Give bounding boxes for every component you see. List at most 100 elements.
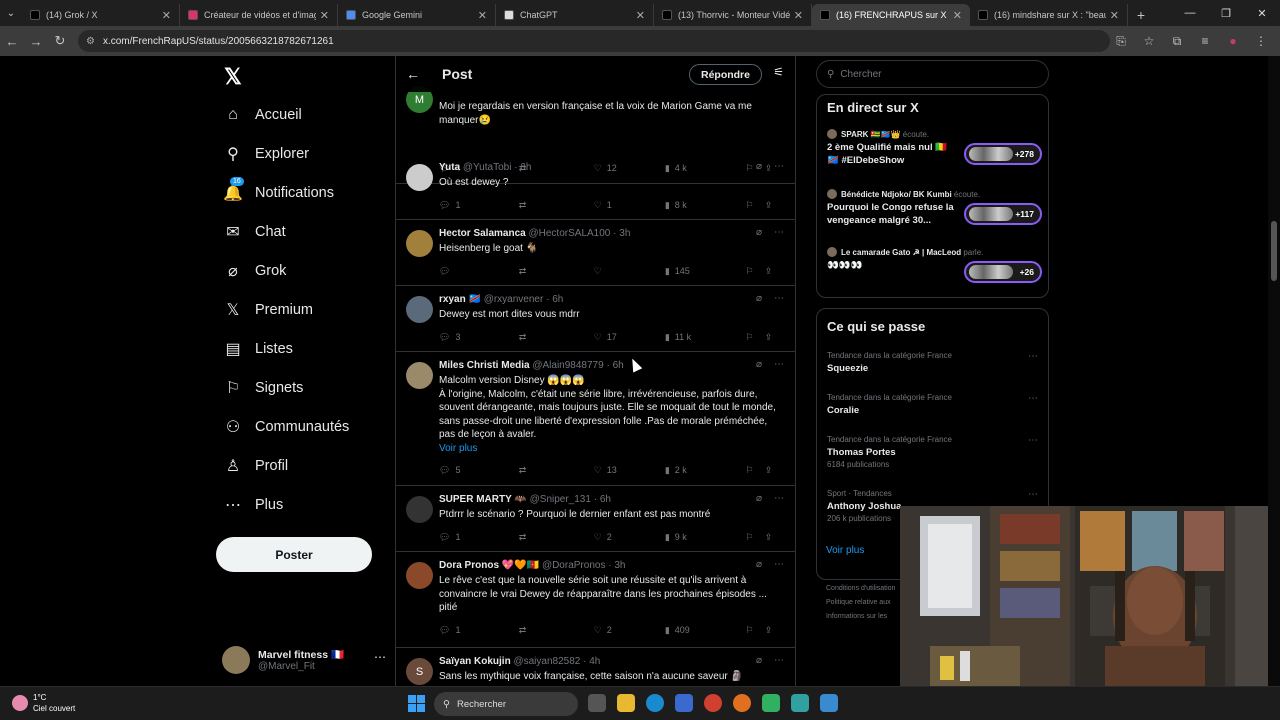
more-icon[interactable]: ⋯ bbox=[1028, 393, 1038, 404]
reply-action[interactable]: 💬︎ 5 bbox=[439, 463, 519, 477]
grok-icon[interactable]: ⌀ bbox=[756, 161, 762, 172]
tweet-author-name[interactable]: SUPER MARTY 🦇 bbox=[439, 494, 527, 505]
install-icon[interactable]: ⎘ bbox=[1110, 29, 1132, 53]
tweet-handle[interactable]: @DoraPronos bbox=[542, 560, 606, 571]
tweet-handle[interactable]: @saiyan82582 bbox=[513, 656, 580, 667]
close-tab-icon[interactable]: ✕ bbox=[794, 9, 803, 22]
like-action[interactable]: ♡ 2 bbox=[594, 530, 665, 544]
grok-icon[interactable]: ⌀ bbox=[756, 227, 762, 238]
share-icon[interactable]: ⇪ bbox=[765, 463, 784, 477]
retweet-action[interactable]: ⇄ bbox=[519, 530, 594, 544]
nav-item-plus[interactable]: ⋯ Plus bbox=[222, 490, 283, 520]
edge-icon[interactable] bbox=[646, 694, 664, 712]
close-window-icon[interactable]: ✕ bbox=[1244, 0, 1280, 26]
extensions-icon[interactable]: ⧉ bbox=[1166, 29, 1188, 53]
bookmark-icon[interactable]: ⚐ bbox=[746, 264, 765, 278]
like-action[interactable]: ♡ 1 bbox=[594, 198, 665, 212]
nav-item-profil[interactable]: ♙ Profil bbox=[222, 451, 288, 481]
trend-item[interactable]: Tendance dans la catégorie France Thomas… bbox=[827, 435, 1042, 469]
avatar[interactable] bbox=[406, 562, 433, 589]
browser-tab[interactable]: (13) Thorrvic - Monteur Vidéo ✕ bbox=[654, 4, 812, 26]
tweet[interactable]: Yuta @YutaTobi · 6h ⌀ ⋯ Où est dewey ? 💬︎… bbox=[396, 154, 795, 220]
trend-item[interactable]: Tendance dans la catégorie France Corali… bbox=[827, 393, 1042, 416]
firefox-icon[interactable] bbox=[733, 694, 751, 712]
more-icon[interactable]: ⋯ bbox=[1028, 351, 1038, 362]
tweet[interactable]: rxyan 🇨🇩 @rxyanvener · 6h ⌀ ⋯ Dewey est m… bbox=[396, 286, 795, 352]
weather-widget[interactable]: 1°C Ciel couvert bbox=[12, 692, 75, 714]
nav-item-explorer[interactable]: ⚲ Explorer bbox=[222, 139, 309, 169]
close-tab-icon[interactable]: ✕ bbox=[320, 9, 329, 22]
nav-item-notifications[interactable]: 🔔 16 Notifications bbox=[222, 177, 334, 208]
tweet-handle[interactable]: @Alain9848779 bbox=[532, 360, 603, 371]
show-more-link[interactable]: Voir plus bbox=[826, 545, 864, 556]
media-icon[interactable]: ≡ bbox=[1194, 29, 1216, 53]
reply-action[interactable]: 💬︎ 1 bbox=[439, 623, 519, 637]
avatar[interactable] bbox=[406, 296, 433, 323]
back-arrow-icon[interactable]: ← bbox=[406, 66, 428, 82]
retweet-action[interactable]: ⇄ bbox=[519, 264, 594, 278]
live-listeners-pill[interactable]: +117 bbox=[964, 203, 1042, 225]
close-tab-icon[interactable]: ✕ bbox=[162, 9, 171, 22]
tweet[interactable]: S Saïyan Kokujin @saiyan82582 · 4h ⌀ ⋯ Sa… bbox=[396, 648, 795, 686]
file-explorer-icon[interactable] bbox=[617, 694, 635, 712]
url-field[interactable]: ⚙ x.com/FrenchRapUS/status/2005663218782… bbox=[78, 30, 1110, 52]
tweet-handle[interactable]: @HectorSALA100 bbox=[529, 228, 611, 239]
footer-link[interactable]: Conditions d'utilisation bbox=[826, 582, 895, 596]
post-button[interactable]: Poster bbox=[216, 537, 372, 572]
minimize-icon[interactable]: — bbox=[1172, 0, 1208, 26]
grok-icon[interactable]: ⌀ bbox=[756, 293, 762, 304]
page-scrollbar[interactable] bbox=[1268, 56, 1280, 686]
tweet-author-name[interactable]: Saïyan Kokujin bbox=[439, 656, 511, 667]
bookmark-icon[interactable]: ⚐ bbox=[746, 530, 765, 544]
share-icon[interactable]: ⇪ bbox=[765, 623, 784, 637]
tweet-handle[interactable]: @rxyanvener bbox=[484, 294, 544, 305]
close-tab-icon[interactable]: ✕ bbox=[478, 9, 487, 22]
account-switcher[interactable]: Marvel fitness 🇫🇷 @Marvel_Fit ⋯ bbox=[222, 642, 392, 678]
grok-icon[interactable]: ⌀ bbox=[756, 359, 762, 370]
avatar[interactable] bbox=[406, 164, 433, 191]
bookmark-icon[interactable]: ⚐ bbox=[746, 463, 765, 477]
avatar[interactable] bbox=[406, 230, 433, 257]
more-icon[interactable]: ⋯ bbox=[774, 227, 784, 238]
trend-item[interactable]: Tendance dans la catégorie France Squeez… bbox=[827, 351, 1042, 374]
like-action[interactable]: ♡ 2 bbox=[594, 623, 665, 637]
nav-item-grok[interactable]: ⌀ Grok bbox=[222, 256, 286, 286]
close-tab-icon[interactable]: ✕ bbox=[636, 9, 645, 22]
like-action[interactable]: ♡ 13 bbox=[594, 463, 665, 477]
share-icon[interactable]: ⇪ bbox=[765, 530, 784, 544]
tweet[interactable]: Hector Salamanca @HectorSALA100 · 3h ⌀ ⋯ … bbox=[396, 220, 795, 286]
tweet-author-name[interactable]: Dora Pronos 💖🧡🇨🇲 bbox=[439, 560, 539, 571]
nav-item-communautés[interactable]: ⚇ Communautés bbox=[222, 412, 349, 442]
nav-item-signets[interactable]: ⚐ Signets bbox=[222, 373, 304, 403]
tweet-handle[interactable]: @Sniper_131 bbox=[530, 494, 591, 505]
tweet-author-name[interactable]: Yuta bbox=[439, 162, 460, 173]
show-more-link[interactable]: Voir plus bbox=[439, 442, 779, 456]
like-action[interactable]: ♡ bbox=[594, 264, 665, 278]
more-icon[interactable]: ⋯ bbox=[1028, 489, 1038, 500]
menu-icon[interactable]: ⋮ bbox=[1250, 29, 1272, 53]
live-space-item[interactable]: SPARK 🇹🇬🇨🇩👑 écoute. 2 ème Qualifié mais … bbox=[827, 129, 1042, 167]
share-icon[interactable]: ⇪ bbox=[765, 330, 784, 344]
nav-item-chat[interactable]: ✉ Chat bbox=[222, 217, 285, 247]
views-action[interactable]: ▮ 11 k bbox=[665, 330, 746, 344]
close-tab-icon[interactable]: ✕ bbox=[953, 9, 962, 22]
site-info-icon[interactable]: ⚙ bbox=[86, 36, 95, 47]
like-action[interactable]: ♡ 17 bbox=[594, 330, 665, 344]
nav-item-premium[interactable]: 𝕏 Premium bbox=[222, 295, 313, 325]
app-blue-icon[interactable] bbox=[820, 694, 838, 712]
footer-link[interactable]: Politique relative aux bbox=[826, 596, 895, 610]
app-teal-icon[interactable] bbox=[791, 694, 809, 712]
browser-tab[interactable]: (14) Grok / X ✕ bbox=[22, 4, 180, 26]
views-action[interactable]: ▮ 409 bbox=[665, 623, 746, 637]
profile-avatar-icon[interactable]: ● bbox=[1222, 29, 1244, 53]
retweet-action[interactable]: ⇄ bbox=[519, 463, 594, 477]
bookmark-star-icon[interactable]: ☆ bbox=[1138, 29, 1160, 53]
reply-button[interactable]: Répondre bbox=[688, 64, 762, 85]
live-space-item[interactable]: Bénédicte Ndjoko/ BK Kumbi écoute. Pourq… bbox=[827, 189, 1042, 227]
more-icon[interactable]: ⋯ bbox=[374, 650, 386, 664]
store-icon[interactable] bbox=[675, 694, 693, 712]
grok-icon[interactable]: ⌀ bbox=[756, 655, 762, 666]
windows-start-icon[interactable] bbox=[408, 695, 425, 712]
tweet-author-name[interactable]: Hector Salamanca bbox=[439, 228, 526, 239]
browser-tab[interactable]: Créateur de vidéos et d'images ✕ bbox=[180, 4, 338, 26]
